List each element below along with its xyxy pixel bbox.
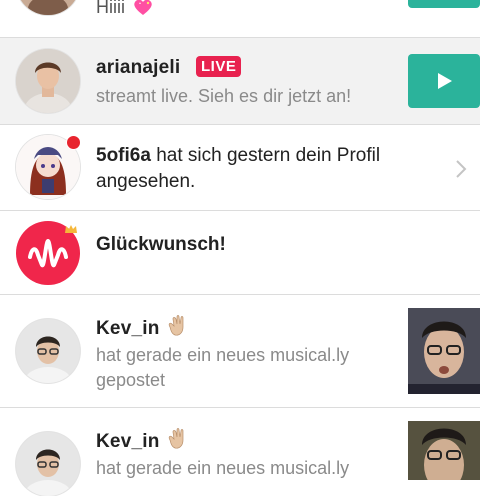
- post-thumbnail[interactable]: [408, 308, 480, 394]
- username[interactable]: Kev_in: [96, 431, 160, 452]
- notification-row-post[interactable]: Kev_in hat gerade ein neues musical.ly: [0, 408, 480, 496]
- post-thumbnail[interactable]: [408, 421, 480, 480]
- post-title: Kev_in: [96, 428, 189, 456]
- waving-hand-icon: [165, 428, 189, 456]
- post-subtitle: hat gerade ein neues musical.ly gepostet: [96, 345, 350, 390]
- crown-icon: [65, 225, 77, 233]
- avatar[interactable]: [16, 0, 80, 15]
- notification-row-message[interactable]: Hiiii: [0, 0, 480, 37]
- unread-dot: [66, 135, 81, 150]
- notification-row-post[interactable]: Kev_in hat gerade ein neues musical.ly g…: [0, 295, 480, 407]
- action-button[interactable]: [408, 0, 480, 8]
- notification-row-live[interactable]: arianajeli LIVE streamt live. Sieh es di…: [0, 38, 480, 124]
- avatar[interactable]: [16, 49, 80, 113]
- watch-live-button[interactable]: [408, 54, 480, 108]
- username[interactable]: arianajeli: [96, 57, 180, 79]
- message-text: Hiiii: [96, 0, 125, 17]
- live-badge: LIVE: [196, 56, 242, 77]
- sparkling-heart-icon: [133, 0, 153, 21]
- play-icon: [438, 73, 452, 89]
- post-subtitle: hat gerade ein neues musical.ly: [96, 458, 350, 478]
- live-subtitle: streamt live. Sieh es dir jetzt an!: [96, 86, 352, 106]
- avatar[interactable]: [16, 319, 80, 383]
- chevron-right-icon: [456, 160, 467, 178]
- notification-row-congrats[interactable]: Glückwunsch!: [0, 211, 480, 294]
- username[interactable]: 5ofi6a: [96, 145, 151, 166]
- avatar[interactable]: [16, 432, 80, 496]
- profile-view-message: 5ofi6a hat sich gestern dein Profil ange…: [96, 143, 396, 195]
- username[interactable]: Kev_in: [96, 318, 160, 339]
- waving-hand-icon: [165, 315, 189, 343]
- congrats-message: Glückwunsch!: [96, 234, 226, 255]
- notification-row-profile-view[interactable]: 5ofi6a hat sich gestern dein Profil ange…: [0, 125, 480, 210]
- post-title: Kev_in: [96, 315, 189, 343]
